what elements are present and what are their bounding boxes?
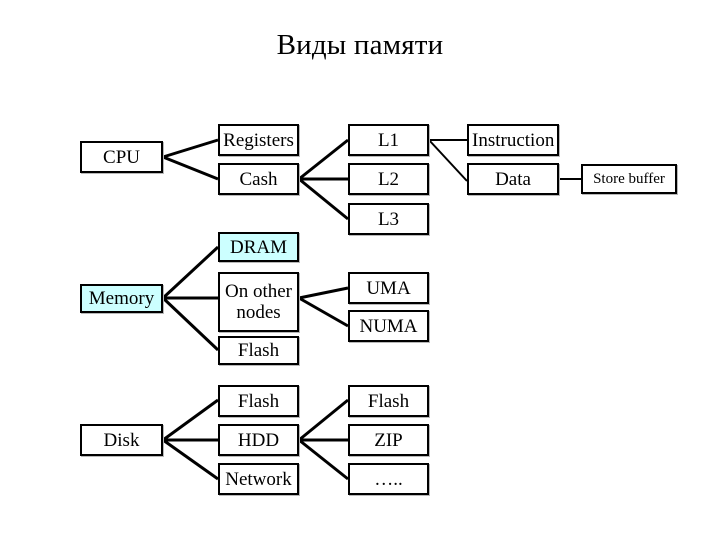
node-cpu[interactable]: CPU (80, 141, 163, 173)
node-data[interactable]: Data (467, 163, 559, 195)
node-numa[interactable]: NUMA (348, 310, 429, 342)
node-disk-flash[interactable]: Flash (218, 385, 299, 417)
edge-cash-l1 (298, 138, 349, 181)
node-l2[interactable]: L2 (348, 163, 429, 195)
node-l2-label: L2 (377, 168, 400, 190)
node-memory-label: Memory (88, 288, 155, 309)
node-instruction-label: Instruction (472, 129, 555, 151)
diagram-connectors (161, 138, 581, 481)
node-store-buffer-label: Store buffer (593, 170, 665, 187)
edge-disk-flash (162, 398, 219, 442)
edge-cpu-cash (162, 155, 219, 181)
node-disk[interactable]: Disk (80, 424, 163, 456)
node-disk-flash-label: Flash (237, 390, 280, 412)
node-hdd-label: HDD (237, 429, 280, 451)
node-memory-flash-label: Flash (237, 340, 280, 361)
node-memory[interactable]: Memory (80, 284, 163, 313)
edge-cash-l3 (298, 177, 349, 221)
node-uma-label: UMA (366, 277, 411, 299)
node-dram[interactable]: DRAM (218, 232, 299, 262)
node-ellipsis[interactable]: ….. (348, 463, 429, 495)
node-hdd-flash[interactable]: Flash (348, 385, 429, 417)
node-instruction[interactable]: Instruction (467, 124, 559, 156)
edge-hdd-flash (298, 398, 349, 442)
node-l3-label: L3 (377, 208, 400, 230)
node-registers-label: Registers (223, 129, 294, 151)
node-data-label: Data (495, 168, 531, 190)
edge-memory-flash (161, 296, 220, 352)
node-l1-label: L1 (377, 129, 400, 151)
edge-memory-dram (161, 245, 220, 300)
node-hdd[interactable]: HDD (218, 424, 299, 456)
edge-onothernodes-uma (298, 286, 349, 300)
node-zip-label: ZIP (374, 429, 403, 451)
node-l1[interactable]: L1 (348, 124, 429, 156)
edge-disk-network (162, 438, 219, 481)
node-ellipsis-label: ….. (374, 468, 403, 490)
node-disk-label: Disk (103, 429, 140, 451)
node-numa-label: NUMA (359, 315, 418, 337)
node-memory-flash[interactable]: Flash (218, 336, 299, 365)
edge-onothernodes-numa (298, 296, 349, 328)
slide-canvas: Виды памяти CPU Registers Cash L1 L2 L3 … (0, 0, 720, 540)
node-network-label: Network (225, 468, 292, 490)
node-registers[interactable]: Registers (218, 124, 299, 156)
node-on-other-nodes-label-line2: nodes (236, 302, 281, 323)
node-network[interactable]: Network (218, 463, 299, 495)
node-on-other-nodes[interactable]: On other nodes (218, 272, 299, 332)
node-l3[interactable]: L3 (348, 203, 429, 235)
node-uma[interactable]: UMA (348, 272, 429, 304)
node-hdd-flash-label: Flash (367, 390, 410, 412)
edge-cpu-registers (162, 138, 219, 159)
node-dram-label: DRAM (229, 236, 287, 258)
node-cash-label: Cash (239, 168, 278, 190)
node-cash[interactable]: Cash (218, 163, 299, 195)
node-store-buffer[interactable]: Store buffer (581, 164, 677, 194)
edge-l1-data (428, 139, 468, 182)
node-on-other-nodes-label-line1: On other (224, 281, 292, 302)
edge-hdd-ellipsis (298, 438, 349, 481)
node-cpu-label: CPU (103, 146, 140, 168)
node-zip[interactable]: ZIP (348, 424, 429, 456)
